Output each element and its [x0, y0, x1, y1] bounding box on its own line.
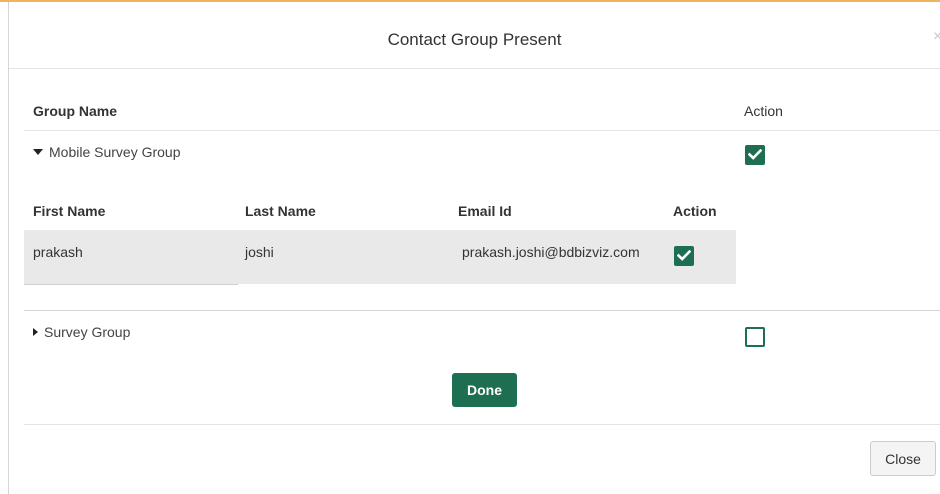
modal-header: Contact Group Present × — [9, 2, 940, 69]
column-header-last-name: Last Name — [245, 203, 316, 219]
member-email: prakash.joshi@bdbizviz.com — [462, 244, 640, 260]
group-name: Survey Group — [44, 324, 131, 340]
column-header-member-action: Action — [673, 203, 717, 219]
checkmark-icon — [748, 149, 762, 160]
member-checkbox[interactable] — [674, 246, 694, 266]
group-checkbox-survey[interactable] — [745, 327, 765, 347]
group-checkbox-mobile-survey[interactable] — [745, 145, 765, 165]
column-header-first-name: First Name — [33, 203, 106, 219]
header-divider — [24, 130, 940, 131]
member-last-name: joshi — [245, 244, 274, 260]
group-toggle-survey[interactable]: Survey Group — [33, 324, 130, 340]
member-first-name: prakash — [33, 244, 83, 260]
done-button[interactable]: Done — [452, 373, 517, 407]
close-x-icon[interactable]: × — [933, 28, 940, 46]
caret-down-icon — [33, 149, 43, 155]
column-header-group-name: Group Name — [33, 103, 118, 119]
group-divider — [24, 310, 940, 311]
group-toggle-mobile-survey[interactable]: Mobile Survey Group — [33, 144, 181, 160]
checkmark-icon — [677, 250, 691, 261]
footer-divider — [24, 424, 940, 425]
modal-title: Contact Group Present — [387, 30, 562, 49]
column-header-action: Action — [744, 103, 783, 119]
modal-left-border — [8, 2, 9, 494]
column-header-email: Email Id — [458, 203, 512, 219]
row-divider — [24, 284, 238, 285]
group-name: Mobile Survey Group — [49, 144, 181, 160]
caret-right-icon — [33, 328, 38, 336]
close-button[interactable]: Close — [870, 441, 936, 476]
